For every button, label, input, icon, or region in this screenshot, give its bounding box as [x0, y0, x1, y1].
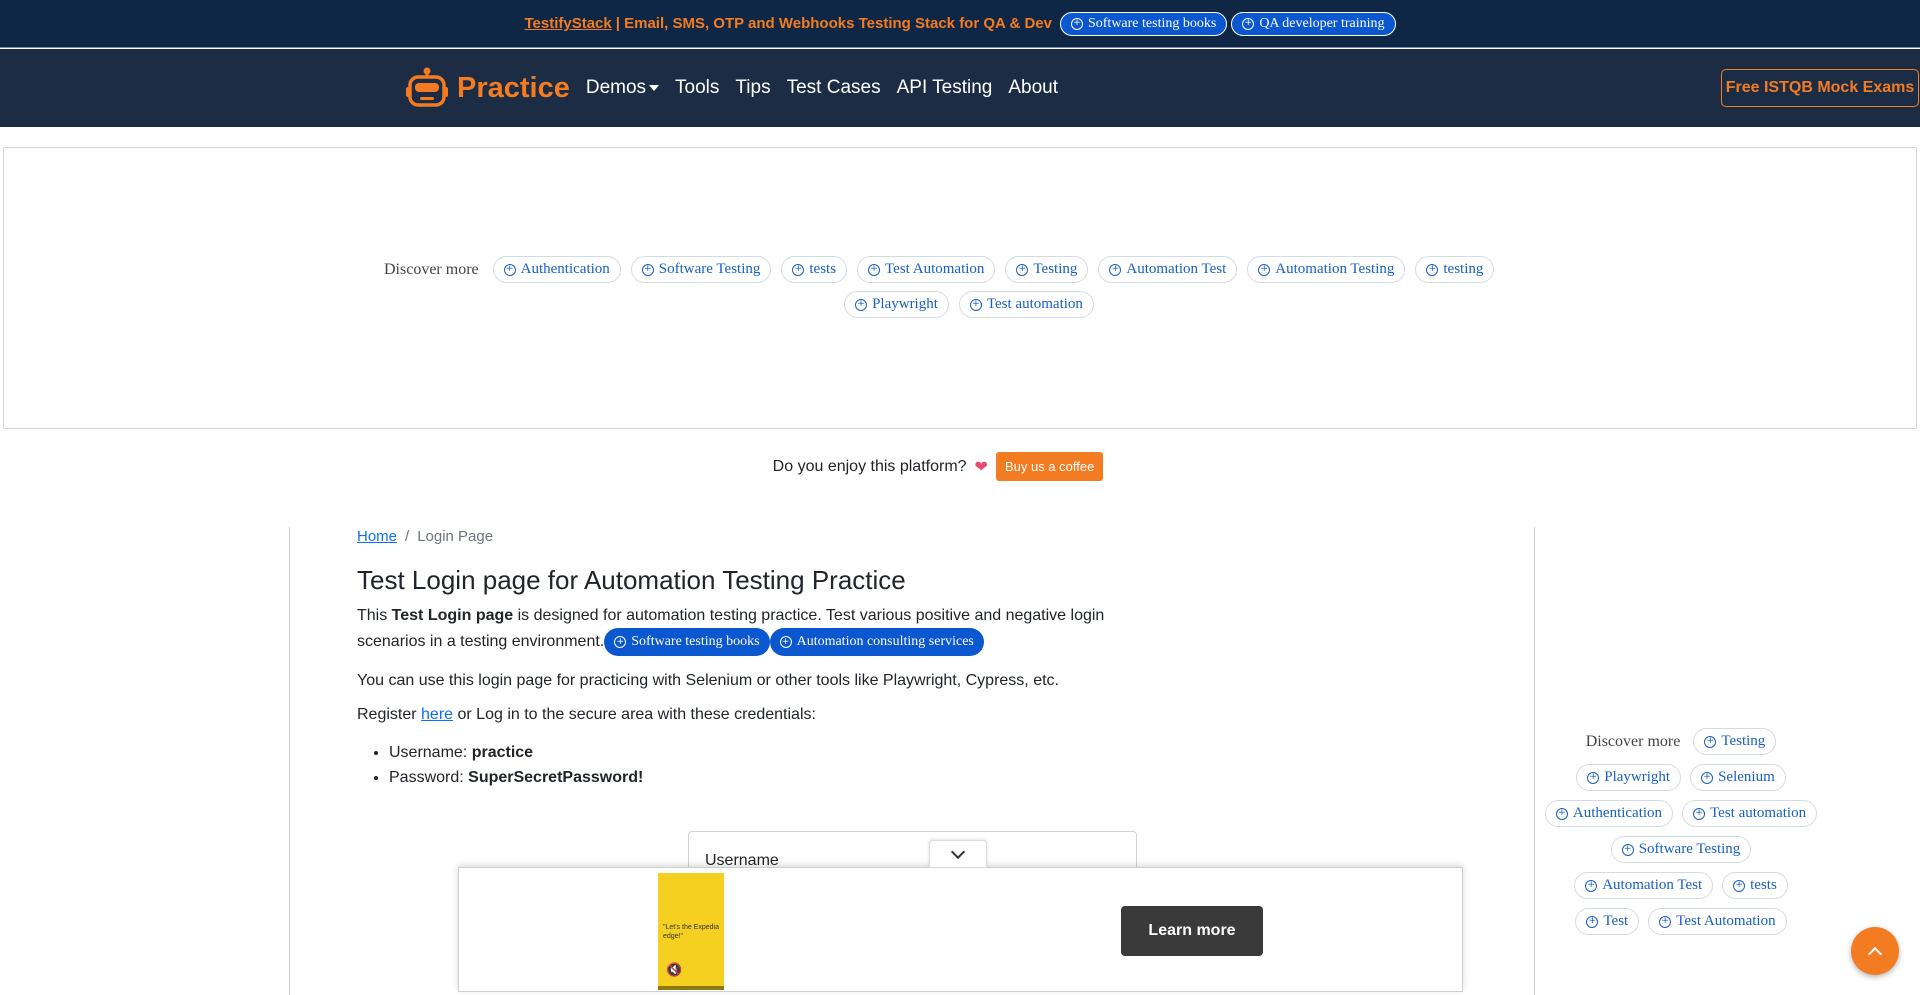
plus-circle-icon: +	[1109, 263, 1122, 276]
discover-chip[interactable]: + Software Testing	[630, 256, 772, 283]
plus-circle-icon: +	[1555, 807, 1568, 820]
plus-circle-icon: +	[1585, 879, 1598, 892]
nav-test-cases[interactable]: Test Cases	[787, 77, 881, 99]
discover-chip[interactable]: + Automation Testing	[1247, 256, 1406, 283]
breadcrumb-separator: /	[405, 528, 410, 545]
breadcrumb-home-link[interactable]: Home	[357, 528, 397, 545]
bottom-anchor-ad: "Let's the Expedia edge!" 🔇 Learn more	[458, 867, 1463, 992]
ad-container: Discover more + Authentication + Software …	[3, 147, 1917, 429]
nav-demos[interactable]: Demos	[586, 77, 660, 99]
plus-circle-icon: +	[1693, 807, 1706, 820]
promo-tagline: | Email, SMS, OTP and Webhooks Testing S…	[615, 15, 1052, 32]
plus-circle-icon: +	[1426, 263, 1439, 276]
login-form-card: Username	[688, 831, 1137, 871]
nav-api-testing[interactable]: API Testing	[897, 77, 993, 99]
discover-chip[interactable]: + tests	[781, 256, 848, 283]
plus-circle-icon: +	[1586, 915, 1599, 928]
plus-circle-icon: +	[1701, 771, 1714, 784]
heart-icon: ❤	[974, 457, 988, 476]
plus-circle-icon: +	[1621, 843, 1634, 856]
sidebar-chip[interactable]: + Test	[1575, 908, 1640, 935]
logo-text: Practice	[457, 71, 570, 104]
sidebar-chip[interactable]: + Test automation	[1682, 800, 1818, 827]
discover-chip[interactable]: + Playwright	[844, 291, 949, 318]
sidebar-chip[interactable]: + Automation Test	[1574, 872, 1714, 899]
content-divider-left	[289, 527, 290, 995]
discover-more-top: Discover more + Authentication + Software …	[384, 256, 1554, 318]
plus-circle-icon: +	[1587, 771, 1600, 784]
discover-chip[interactable]: + Authentication	[492, 256, 621, 283]
robot-logo-icon	[406, 67, 448, 107]
coffee-prompt: Do you enjoy this platform? ❤ Buy us a c…	[0, 452, 1920, 481]
plus-circle-icon: +	[503, 263, 516, 276]
sidebar-chip[interactable]: + Test Automation	[1648, 908, 1787, 935]
plus-circle-icon: +	[641, 263, 654, 276]
nav-tips[interactable]: Tips	[735, 77, 770, 99]
register-link[interactable]: here	[421, 706, 453, 723]
plus-circle-icon: +	[1258, 263, 1271, 276]
plus-circle-icon: +	[1242, 17, 1255, 30]
credential-password: Password: SuperSecretPassword!	[389, 765, 1177, 790]
plus-circle-icon: +	[1733, 879, 1746, 892]
sidebar-chip[interactable]: + tests	[1722, 872, 1788, 899]
discover-more-sidebar: Discover more + Testing + Playwright + Sele…	[1536, 728, 1826, 944]
promo-chip-training[interactable]: + QA developer training	[1231, 11, 1396, 36]
plus-circle-icon: +	[855, 298, 868, 311]
plus-circle-icon: +	[969, 298, 982, 311]
credential-username: Username: practice	[389, 740, 1177, 765]
sidebar-chip[interactable]: + Software Testing	[1610, 836, 1752, 863]
discover-chip[interactable]: + testing	[1415, 256, 1495, 283]
caret-down-icon	[649, 84, 660, 91]
inline-chip-consulting[interactable]: + Automation consulting services	[769, 628, 984, 656]
promo-chip-books[interactable]: + Software testing books	[1059, 11, 1228, 36]
page-description: This Test Login page is designed for aut…	[357, 604, 1177, 656]
promo-banner: TestifyStack | Email, SMS, OTP and Webho…	[0, 0, 1920, 48]
discover-label: Discover more	[384, 260, 479, 278]
chevron-up-icon	[1867, 946, 1883, 961]
ad-progress-bar	[658, 986, 724, 990]
breadcrumb-current: Login Page	[417, 528, 494, 545]
inline-chip-books[interactable]: + Software testing books	[604, 628, 770, 656]
istqb-mock-exams-button[interactable]: Free ISTQB Mock Exams	[1721, 69, 1919, 107]
site-logo[interactable]: Practice	[405, 67, 570, 109]
ad-collapse-toggle[interactable]	[929, 840, 987, 868]
sidebar-chip[interactable]: + Playwright	[1576, 764, 1682, 791]
register-paragraph: Register here or Log in to the secure ar…	[357, 706, 816, 723]
ad-image-caption: "Let's the Expedia edge!"	[663, 924, 719, 940]
ad-video-thumbnail[interactable]: "Let's the Expedia edge!" 🔇	[658, 873, 724, 990]
sidebar-chip[interactable]: + Testing	[1693, 728, 1777, 755]
nav-about[interactable]: About	[1008, 77, 1058, 99]
plus-circle-icon: +	[779, 636, 792, 648]
breadcrumb: Home / Login Page	[357, 528, 1177, 545]
plus-circle-icon: +	[1704, 735, 1717, 748]
discover-chip[interactable]: + Test automation	[958, 291, 1094, 318]
scroll-to-top-button[interactable]	[1851, 927, 1899, 975]
plus-circle-icon: +	[1070, 17, 1083, 30]
muted-speaker-icon[interactable]: 🔇	[666, 963, 682, 978]
content-divider-right	[1534, 527, 1535, 995]
discover-chip[interactable]: + Testing	[1005, 256, 1089, 283]
learn-more-button[interactable]: Learn more	[1121, 906, 1263, 956]
plus-circle-icon: +	[614, 636, 627, 648]
plus-circle-icon: +	[1016, 263, 1029, 276]
promo-brand-link[interactable]: TestifyStack	[524, 15, 611, 32]
discover-chip[interactable]: + Automation Test	[1098, 256, 1238, 283]
buy-coffee-button[interactable]: Buy us a coffee	[995, 452, 1104, 481]
sidebar-chip[interactable]: + Selenium	[1690, 764, 1786, 791]
main-navbar: Practice Demos Tools Tips Test Cases API…	[0, 49, 1920, 127]
nav-tools[interactable]: Tools	[675, 77, 719, 99]
plus-circle-icon: +	[792, 263, 805, 276]
page-title: Test Login page for Automation Testing P…	[357, 565, 906, 595]
chevron-down-icon	[950, 844, 966, 860]
plus-circle-icon: +	[868, 263, 881, 276]
discover-label: Discover more	[1585, 732, 1681, 750]
sidebar-chip[interactable]: + Authentication	[1544, 800, 1674, 827]
credentials-list: Username: practice Password: SuperSecret…	[389, 740, 1177, 790]
tools-paragraph: You can use this login page for practici…	[357, 672, 1059, 689]
coffee-question: Do you enjoy this platform?	[772, 457, 967, 475]
plus-circle-icon: +	[1659, 915, 1672, 928]
discover-chip[interactable]: + Test Automation	[857, 256, 996, 283]
main-content: Home / Login Page Test Login page for Auto…	[357, 528, 1177, 790]
